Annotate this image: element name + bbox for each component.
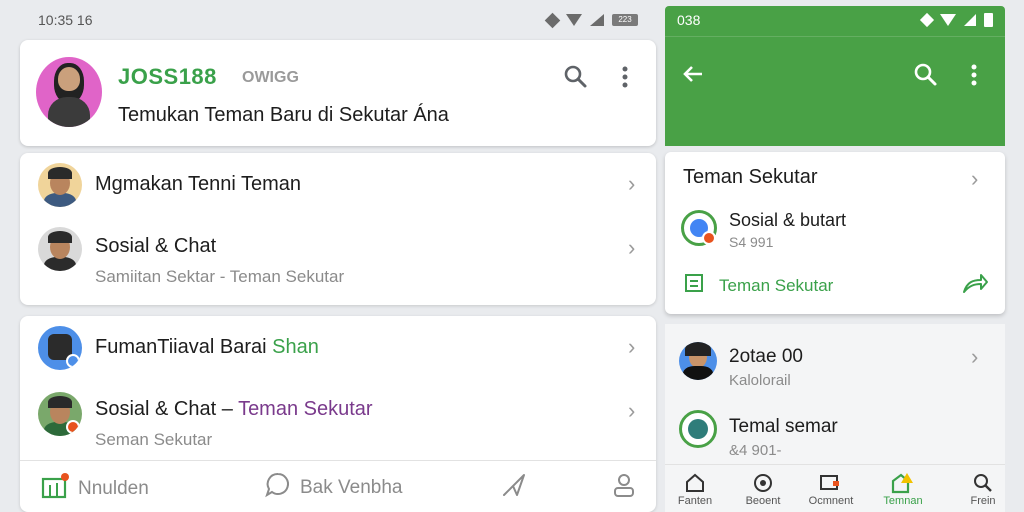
battery-icon: 223 [612, 14, 638, 26]
signal-icon [590, 14, 604, 26]
app-icon [679, 410, 717, 448]
comment-icon [801, 471, 861, 495]
nav-label: Beoent [745, 495, 781, 507]
bottom-nav: Fanten Beoent Ocmnent Temnan Frein [665, 464, 1005, 512]
nav-item-compose[interactable] [500, 471, 528, 505]
list-item-subtitle: &4 901- [729, 442, 782, 459]
chevron-right-icon: › [628, 334, 636, 359]
nav-item-ocmnent[interactable]: Ocmnent [801, 471, 861, 507]
wifi-icon [566, 14, 582, 26]
status-icons [919, 12, 993, 28]
nav-item-beoent[interactable]: Beoent [733, 471, 793, 507]
card-link-label: Teman Sekutar [719, 275, 834, 295]
card-link[interactable]: Teman Sekutar [683, 272, 833, 299]
search-icon [953, 471, 1013, 495]
send-icon [500, 471, 528, 505]
list-item[interactable]: Sosial & Chat – Teman Sekutar Seman Seku… [20, 392, 656, 458]
battery-icon [984, 13, 993, 27]
status-time: 10:35 16 [38, 12, 93, 28]
tagline: Temukan Teman Baru di Sekutar Ána [118, 104, 449, 126]
list-item[interactable]: Temal semar &4 901- [665, 404, 1005, 464]
list-item-title-highlight: Teman Sekutar [238, 398, 373, 420]
nav-label: Nnulden [78, 478, 149, 499]
nav-item-frein[interactable]: Frein [953, 471, 1013, 507]
app-icon [681, 210, 717, 246]
friends-icon [873, 471, 933, 495]
nav-label: Bak Venbha [300, 477, 403, 498]
list-item[interactable]: FumanTiiaval Barai Shan › [20, 326, 656, 386]
bottom-nav: Nnulden Bak Venbha [20, 460, 656, 512]
share-icon[interactable] [961, 270, 989, 301]
signal-icon [964, 14, 976, 26]
nav-label: Temnan [883, 495, 923, 507]
profile-header-card: JOSS188 OWIGG Temukan Teman Baru di Seku… [20, 40, 656, 146]
list-card-1: Mgmakan Tenni Teman › Sosial & Chat Sami… [20, 153, 656, 305]
list-item-title: Sosial & Chat – Teman Sekutar [95, 398, 373, 421]
list-card-2: FumanTiiaval Barai Shan › Sosial & Chat … [20, 316, 656, 512]
nav-label: Frein [970, 495, 996, 507]
list-item-title: Sosial & Chat [95, 235, 217, 257]
app-icon [38, 326, 82, 370]
avatar [679, 342, 717, 380]
profile-avatar[interactable] [36, 57, 102, 127]
list-item-title: Mgmakan Tenni Teman [95, 173, 302, 195]
list-item-title: 2otae 00 [729, 346, 803, 367]
app-bar: 038 [665, 6, 1005, 146]
list-item[interactable]: 2otae 00 Kalolorail › [665, 338, 1005, 398]
avatar [38, 392, 82, 436]
document-icon [683, 272, 705, 299]
nav-label: Ocmnent [808, 495, 854, 507]
chevron-right-icon: › [628, 171, 636, 196]
card-item-title: Sosial & butart [729, 210, 847, 230]
avatar [38, 163, 82, 207]
chart-icon [40, 471, 70, 507]
list-item-title: FumanTiiaval Barai Shan [95, 336, 319, 359]
brand-title: JOSS188 [118, 64, 217, 89]
chevron-right-icon: › [971, 344, 979, 369]
status-time: 038 [677, 12, 701, 28]
right-screen: 038 Teman Sekutar › Sosial & butart S4 9… [665, 6, 1005, 512]
nav-item-profile[interactable] [610, 471, 638, 505]
wifi-icon [940, 14, 956, 26]
chevron-right-icon: › [628, 235, 636, 260]
list-item-title: Temal semar [729, 416, 838, 437]
more-vert-icon[interactable] [620, 64, 630, 95]
nav-item-nnulden[interactable]: Nnulden [40, 471, 149, 507]
location-icon [544, 12, 561, 28]
list-item[interactable]: Mgmakan Tenni Teman › [20, 163, 656, 227]
status-bar: 038 [677, 12, 993, 28]
search-icon[interactable] [563, 64, 589, 95]
card-title: Teman Sekutar [683, 166, 818, 188]
chat-bubble-icon [264, 471, 292, 505]
nav-label: Fanten [677, 495, 713, 507]
nav-item-fanten[interactable]: Fanten [665, 471, 725, 507]
list-item-subtitle: Seman Sekutar [95, 430, 213, 449]
chevron-right-icon: › [971, 166, 979, 191]
chevron-right-icon: › [628, 398, 636, 423]
status-bar: 10:35 16 223 [18, 0, 658, 40]
status-icons: 223 [544, 12, 638, 28]
location-icon [919, 12, 935, 28]
avatar [38, 227, 82, 271]
list-item-subtitle: Samiitan Sektar - Teman Sekutar [95, 267, 345, 286]
nav-item-bak-venbha[interactable]: Bak Venbha [264, 471, 402, 505]
profile-icon [610, 471, 638, 505]
list-item-title-highlight: Shan [272, 336, 319, 358]
brand-subtitle: OWIGG [242, 69, 299, 86]
search-icon[interactable] [913, 62, 939, 93]
back-arrow-icon[interactable] [681, 62, 705, 93]
recent-icon [733, 471, 793, 495]
list-item-title-main: FumanTiiaval Barai [95, 336, 267, 358]
list-item-title-main: Sosial & Chat – [95, 398, 233, 420]
friend-list: 2otae 00 Kalolorail › Temal semar &4 901… [665, 324, 1005, 464]
nav-item-temnan[interactable]: Temnan [873, 471, 933, 507]
home-icon [665, 471, 725, 495]
card-item-subtitle: S4 991 [729, 234, 774, 250]
list-item[interactable]: Sosial & Chat Samiitan Sektar - Teman Se… [20, 227, 656, 297]
more-vert-icon[interactable] [969, 62, 979, 93]
left-screen: 10:35 16 223 JOSS188 OWIGG Temukan Teman… [18, 0, 658, 512]
list-item-subtitle: Kalolorail [729, 372, 791, 389]
nearby-card[interactable]: Teman Sekutar › Sosial & butart S4 991 T… [665, 152, 1005, 314]
